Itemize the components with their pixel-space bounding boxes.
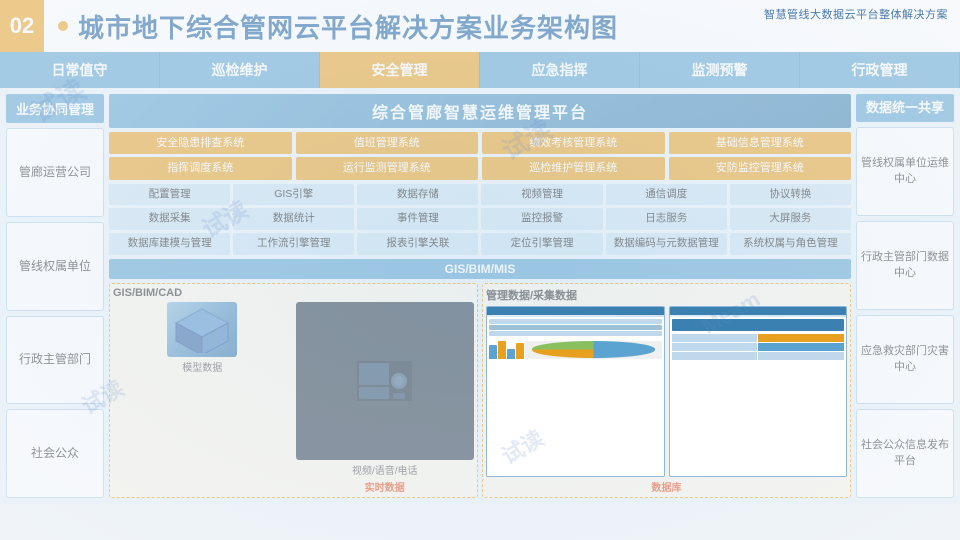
screenshot-2 (669, 306, 848, 477)
top-right-label: 智慧管线大数据云平台整体解决方案 (764, 6, 948, 22)
screenshot-1 (486, 306, 665, 477)
